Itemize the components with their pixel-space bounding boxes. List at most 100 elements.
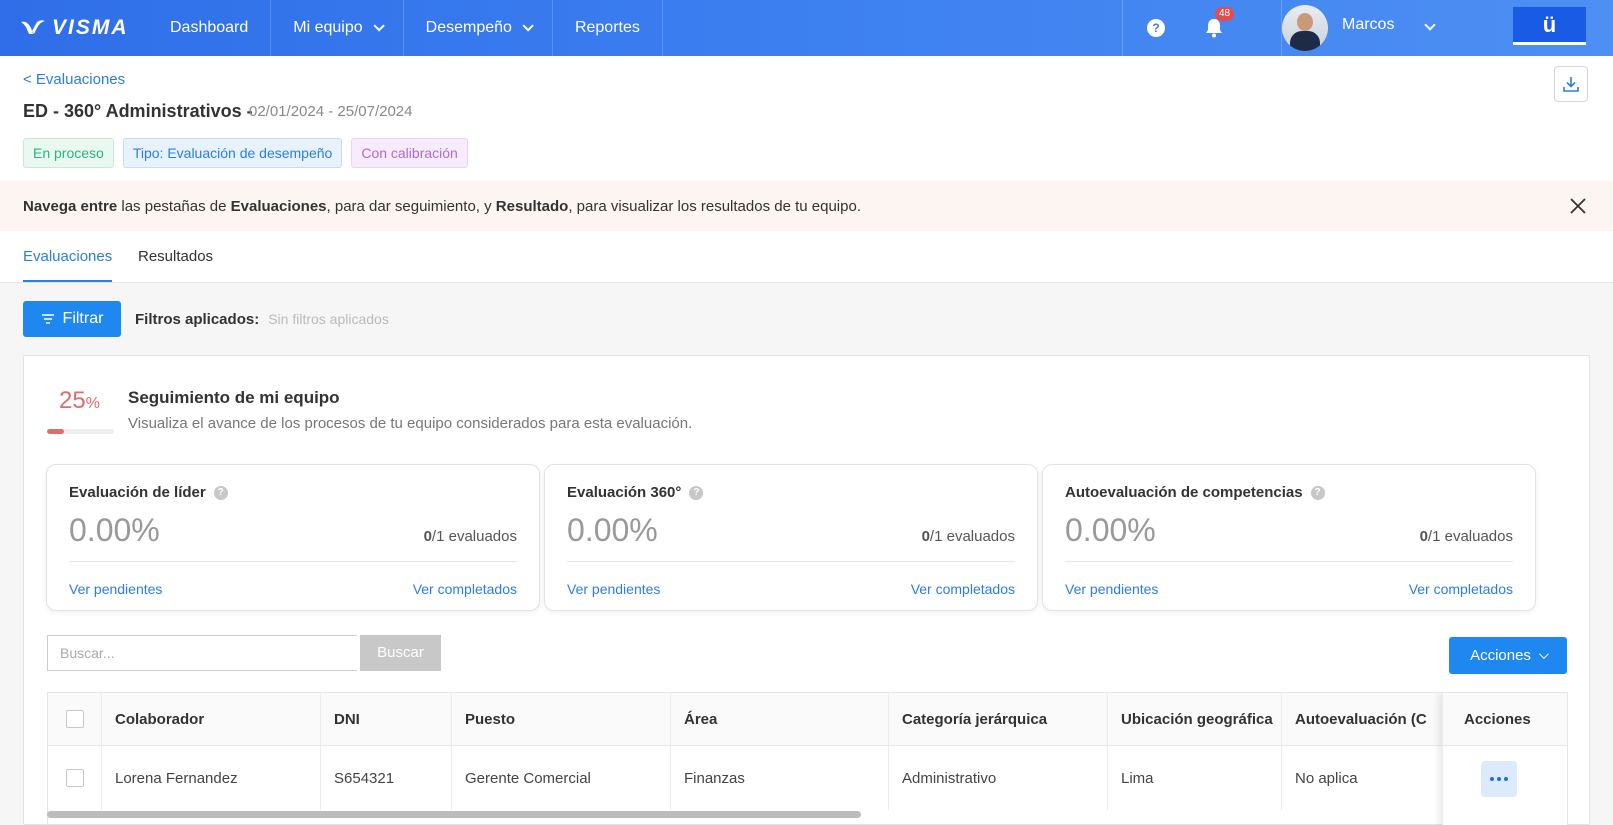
metric-card-leader: Evaluación de líder ? 0.00% 0/1 evaluado… (46, 464, 540, 611)
column-header[interactable]: DNI (321, 693, 452, 745)
metric-value: 0.00% (69, 512, 160, 548)
page-title: ED - 360° Administrativos - (23, 101, 253, 121)
help-icon[interactable]: ? (1147, 19, 1165, 37)
notifications-button[interactable]: 48 (1205, 7, 1235, 38)
metric-title: Evaluación 360° ? (567, 484, 704, 501)
horizontal-scrollbar[interactable] (47, 811, 861, 818)
metric-done: 0 (423, 528, 432, 545)
row-checkbox[interactable] (66, 769, 84, 787)
evaluation-header: < Evaluaciones ED - 360° Administrativos… (0, 56, 1613, 181)
logo-text: VISMA (52, 16, 129, 39)
evaluations-table: Colaborador DNI Puesto Área Categoría je… (47, 692, 1568, 825)
app-switcher-button[interactable]: ü (1513, 7, 1586, 45)
question-icon[interactable]: ? (213, 485, 228, 500)
nav-reportes-label: Reportes (574, 19, 640, 36)
question-icon[interactable]: ? (689, 485, 704, 500)
nav-dashboard[interactable]: Dashboard (148, 0, 272, 56)
ver-pendientes-link[interactable]: Ver pendientes (69, 581, 162, 597)
alert-span-6: , para visualizar los resultados de tu e… (568, 197, 861, 215)
alert-bold-1: Navega entre (23, 197, 118, 215)
row-select-cell (48, 746, 102, 810)
progress-percent-value: 25 (59, 387, 86, 414)
metric-count: 0/1 evaluados (922, 528, 1015, 545)
applied-filters-value: Sin filtros aplicados (268, 311, 389, 327)
table-cell: Finanzas (671, 746, 889, 810)
column-header[interactable]: Puesto (452, 693, 671, 745)
avatar (1282, 5, 1328, 51)
tab-resultados[interactable]: Resultados (138, 248, 213, 265)
progress-percent-sign: % (85, 395, 100, 412)
actions-button-label: Acciones (1470, 647, 1531, 664)
metric-title-text: Evaluación 360° (567, 484, 682, 501)
divider (69, 561, 517, 562)
ver-pendientes-link[interactable]: Ver pendientes (567, 581, 660, 597)
metric-card-self: Autoevaluación de competencias ? 0.00% 0… (1042, 464, 1536, 611)
actions-column: Acciones (1442, 693, 1567, 825)
question-icon[interactable]: ? (1310, 485, 1325, 500)
metric-count: 0/1 evaluados (424, 528, 517, 545)
filter-button[interactable]: Filtrar (23, 301, 121, 337)
chevron-down-icon (522, 20, 534, 32)
row-actions-button[interactable] (1481, 761, 1517, 797)
tab-evaluaciones[interactable]: Evaluaciones (23, 248, 112, 265)
nav-reportes[interactable]: Reportes (553, 0, 663, 56)
metric-done: 0 (1419, 528, 1428, 545)
table-cell: S654321 (321, 746, 452, 810)
user-name: Marcos (1342, 16, 1395, 33)
column-header[interactable]: Área (671, 693, 889, 745)
calibration-badge: Con calibración (351, 138, 468, 168)
visma-logo[interactable]: VISMA (20, 16, 148, 40)
column-header[interactable]: Autoevaluación (C (1282, 693, 1442, 745)
active-tab-indicator (23, 280, 112, 282)
tabs: Evaluaciones Resultados (0, 231, 1613, 283)
nav-mi-equipo-label: Mi equipo (293, 19, 363, 36)
nav-dashboard-label: Dashboard (170, 19, 249, 36)
metric-total: /1 evaluados (929, 528, 1015, 545)
team-tracking-card: 25% Seguimiento de mi equipo Visualiza e… (23, 355, 1590, 825)
notification-count-badge: 48 (1215, 7, 1235, 21)
top-navbar: VISMA Dashboard Mi equipo Desempeño Repo… (0, 0, 1613, 56)
filter-icon (41, 314, 54, 324)
ver-completados-link[interactable]: Ver completados (911, 581, 1015, 597)
column-header[interactable]: Ubicación geográfica (1108, 693, 1282, 745)
user-menu[interactable]: Marcos (1281, 0, 1436, 56)
column-header[interactable]: Colaborador (102, 693, 321, 745)
search-input[interactable]: Buscar... (47, 635, 357, 671)
metric-count: 0/1 evaluados (1420, 528, 1513, 545)
search-button[interactable]: Buscar (360, 635, 441, 671)
progress-bar-fill (47, 429, 64, 434)
back-link[interactable]: < Evaluaciones (23, 71, 125, 88)
filter-row: Filtrar Filtros aplicados: Sin filtros a… (23, 301, 389, 337)
ver-pendientes-link[interactable]: Ver pendientes (1065, 581, 1158, 597)
table-header: Colaborador DNI Puesto Área Categoría je… (48, 693, 1567, 746)
alert-text: Navega entre las pestañas de Evaluacione… (23, 198, 861, 215)
progress-bar (47, 429, 114, 434)
table-cell: Administrativo (889, 746, 1108, 810)
actions-button[interactable]: Acciones (1449, 637, 1567, 674)
ver-completados-link[interactable]: Ver completados (413, 581, 517, 597)
metric-title-text: Evaluación de líder (69, 484, 206, 501)
filter-button-label: Filtrar (62, 310, 104, 327)
nav-mi-equipo[interactable]: Mi equipo (271, 0, 404, 56)
nav-utilities: ? 48 (1122, 0, 1235, 56)
select-all-checkbox[interactable] (66, 710, 84, 728)
metric-value: 0.00% (1065, 512, 1156, 548)
metric-value: 0.00% (567, 512, 658, 548)
download-button[interactable] (1554, 66, 1588, 102)
column-header[interactable]: Categoría jerárquica (889, 693, 1108, 745)
close-icon[interactable] (1569, 197, 1587, 215)
metric-total: /1 evaluados (431, 528, 517, 545)
download-icon (1563, 77, 1579, 92)
table-row: Lorena Fernandez S654321 Gerente Comerci… (48, 746, 1567, 810)
table-cell: Lima (1108, 746, 1282, 810)
chevron-down-icon (1538, 649, 1549, 660)
divider (1065, 561, 1513, 562)
metric-card-360: Evaluación 360° ? 0.00% 0/1 evaluados Ve… (544, 464, 1038, 611)
info-alert: Navega entre las pestañas de Evaluacione… (0, 181, 1613, 231)
progress-percent: 25% (59, 387, 100, 415)
applied-filters-label: Filtros aplicados: (135, 310, 260, 328)
visma-mark-icon (21, 20, 45, 34)
nav-desempeno[interactable]: Desempeño (404, 0, 553, 56)
metric-total: /1 evaluados (1427, 528, 1513, 545)
ver-completados-link[interactable]: Ver completados (1409, 581, 1513, 597)
